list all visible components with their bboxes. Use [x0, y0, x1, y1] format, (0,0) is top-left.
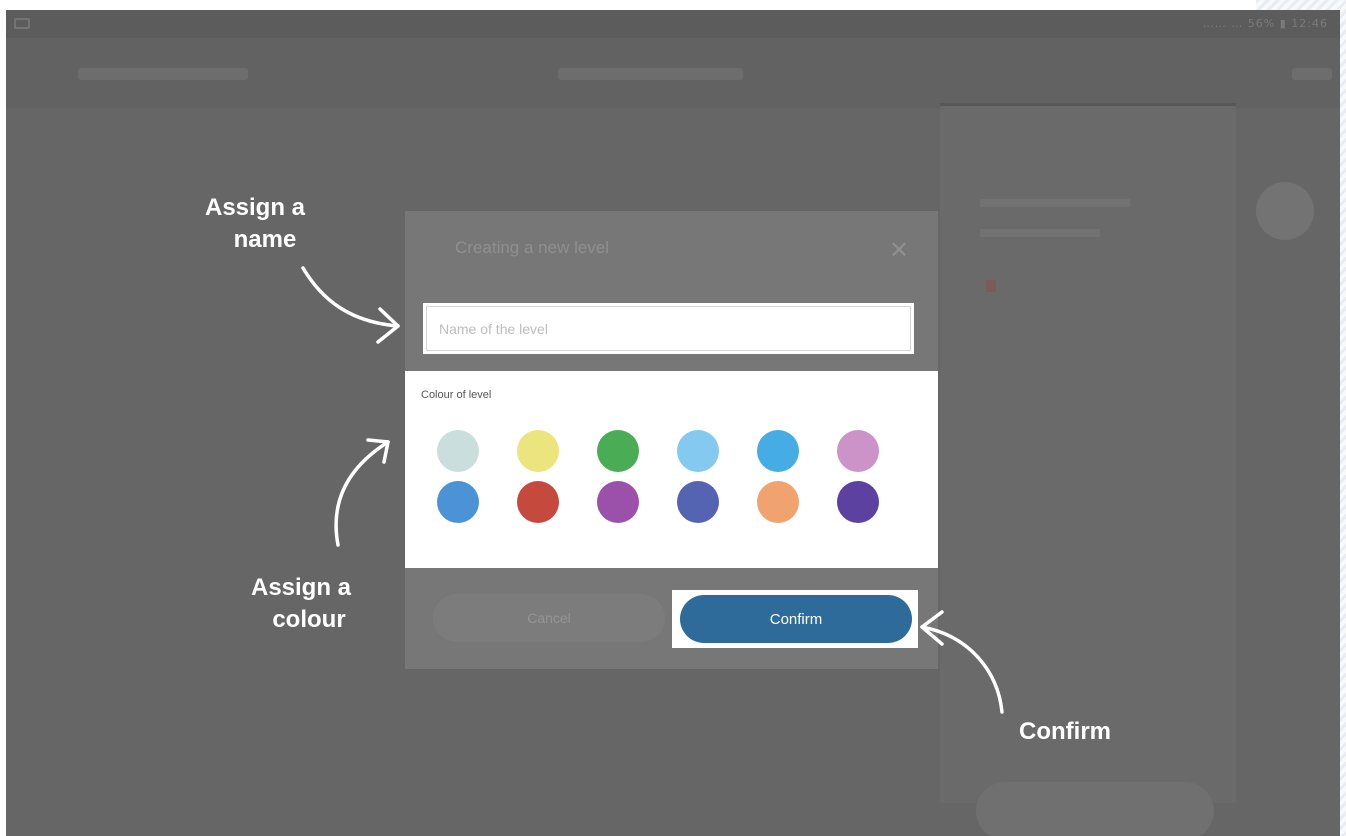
arrow-to-confirm [920, 625, 1004, 714]
annotation-arrows [301, 266, 1004, 714]
arrow-to-colours [334, 440, 390, 547]
arrow-to-name-input [301, 266, 400, 328]
